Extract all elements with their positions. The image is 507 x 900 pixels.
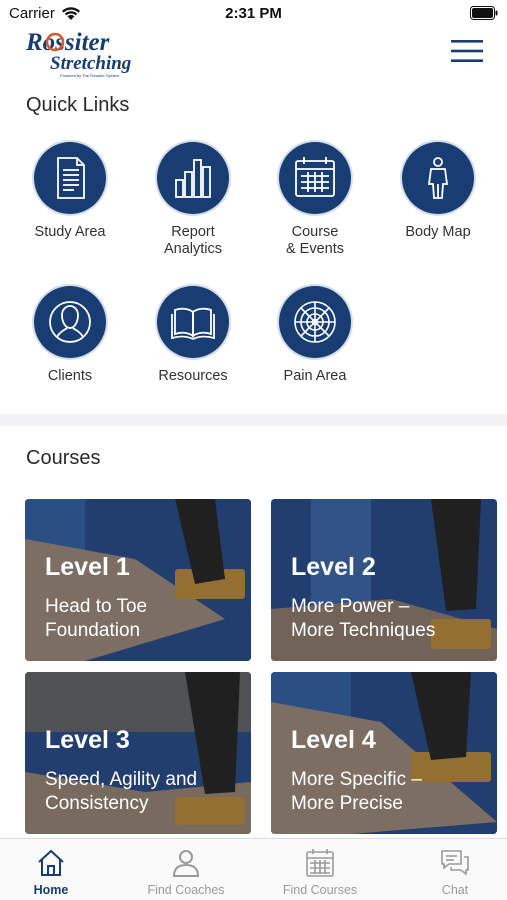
- quick-link-resources[interactable]: Resources: [138, 286, 248, 385]
- calendar-icon: [279, 142, 351, 214]
- quick-link-label: Resources: [158, 368, 228, 384]
- tab-chat[interactable]: Chat: [392, 839, 507, 900]
- status-bar: Carrier 2:31 PM: [0, 0, 507, 28]
- battery-icon: [470, 6, 498, 20]
- section-divider: [0, 414, 507, 426]
- quick-link-label: Clients: [47, 368, 93, 384]
- home-icon: [38, 849, 64, 876]
- quick-link-clients[interactable]: Clients: [15, 286, 125, 385]
- quick-link-course-events[interactable]: Course & Events: [260, 142, 370, 258]
- quick-link-label: Pain Area: [283, 368, 347, 384]
- course-description: Head to Toe Foundation: [45, 596, 148, 641]
- logo-text-1: Rossiter: [26, 29, 110, 56]
- tab-find-coaches[interactable]: Find Coaches: [123, 839, 249, 900]
- quick-link-label: Course & Events: [285, 224, 345, 257]
- course-level-label: Level 1: [45, 553, 130, 581]
- bottom-tab-bar: Home Find Coaches Find Courses Chat: [0, 838, 507, 900]
- tab-label: Chat: [441, 883, 469, 897]
- bar-chart-icon: [157, 142, 229, 214]
- quick-link-label: Study Area: [34, 224, 106, 240]
- tab-home[interactable]: Home: [0, 839, 114, 900]
- course-card-level-2[interactable]: Level 2 More Power – More Techniques: [271, 499, 497, 661]
- tab-find-courses[interactable]: Find Courses: [257, 839, 383, 900]
- course-description: More Power – More Techniques: [291, 596, 436, 641]
- hamburger-menu-icon[interactable]: [451, 38, 483, 64]
- courses-title: Courses: [26, 447, 101, 469]
- chat-bubbles-icon: [441, 850, 469, 876]
- course-level-label: Level 3: [45, 726, 130, 754]
- course-level-label: Level 2: [291, 553, 376, 581]
- human-figure-icon: [402, 142, 474, 214]
- tab-label: Find Coaches: [147, 883, 225, 897]
- quick-link-report-analytics[interactable]: Report Analytics: [138, 142, 248, 258]
- course-card-level-1[interactable]: Level 1 Head to Toe Foundation: [25, 499, 251, 661]
- course-level-label: Level 4: [291, 726, 376, 754]
- logo-tagline: Powered by The Rossiter System: [60, 73, 120, 78]
- target-icon: [279, 286, 351, 358]
- calendar-icon: [306, 849, 334, 877]
- quick-links-title: Quick Links: [26, 94, 130, 116]
- course-card-level-4[interactable]: Level 4 More Specific – More Precise: [271, 672, 497, 834]
- quick-link-body-map[interactable]: Body Map: [383, 142, 493, 241]
- course-description: More Specific – More Precise: [291, 769, 422, 814]
- logo-text-2: Stretching: [50, 53, 131, 74]
- person-icon: [34, 286, 106, 358]
- quick-link-label: Body Map: [405, 224, 471, 240]
- document-icon: [34, 142, 106, 214]
- tab-label: Find Courses: [282, 883, 358, 897]
- rossiter-logo: Rossiter Stretching Powered by The Rossi…: [26, 29, 131, 78]
- quick-link-label: Report Analytics: [163, 224, 223, 257]
- status-time: 2:31 PM: [225, 5, 282, 22]
- tab-label: Home: [33, 883, 69, 897]
- course-description: Speed, Agility and Consistency: [45, 769, 198, 814]
- person-icon: [172, 850, 200, 877]
- quick-link-pain-area[interactable]: Pain Area: [260, 286, 370, 385]
- open-book-icon: [157, 286, 229, 358]
- app-header: Rossiter Stretching Powered by The Rossi…: [0, 28, 507, 80]
- course-card-level-3[interactable]: Level 3 Speed, Agility and Consistency: [25, 672, 251, 834]
- quick-link-study-area[interactable]: Study Area: [15, 142, 125, 241]
